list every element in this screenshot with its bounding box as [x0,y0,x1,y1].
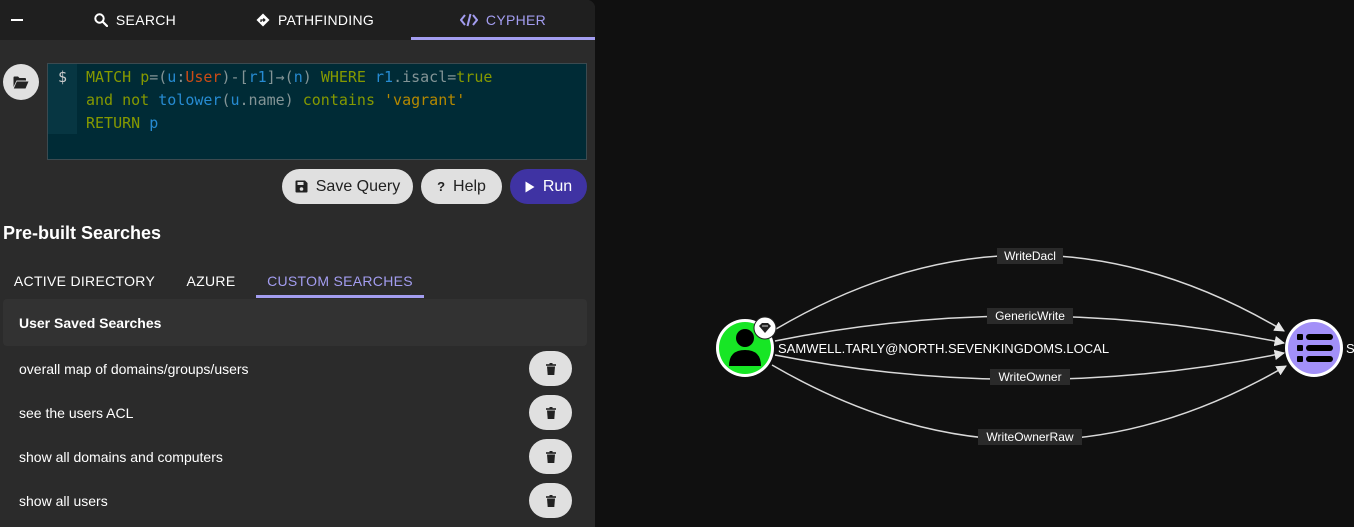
save-query-button[interactable]: Save Query [282,169,413,204]
svg-text:WriteOwnerRaw: WriteOwnerRaw [986,430,1073,444]
top-tab-bar: SEARCH PATHFINDING CYPHER [0,0,595,40]
delete-search-button[interactable] [529,395,572,430]
active-tab-indicator [411,37,595,40]
saved-search-item[interactable]: show all domains and computers [3,435,587,479]
trash-icon [545,494,556,507]
svg-text:WriteOwner: WriteOwner [998,370,1061,384]
trash-icon [545,406,556,419]
list-icon [1297,334,1333,362]
svg-text:GenericWrite: GenericWrite [995,309,1065,323]
help-label: Help [453,177,486,195]
save-query-label: Save Query [315,177,401,195]
tab-active-directory[interactable]: ACTIVE DIRECTORY [3,264,166,298]
cypher-query-text: MATCH p=(u:User)-[r1]→(n) WHERE r1.isacl… [86,68,493,132]
tab-cypher[interactable]: CYPHER [411,0,595,40]
run-button[interactable]: Run [510,169,587,204]
tab-cypher-label: CYPHER [485,12,547,28]
saved-searches-header: User Saved Searches [3,299,587,346]
code-icon [459,13,478,27]
tab-pathfinding[interactable]: PATHFINDING [230,0,400,40]
minus-icon [11,19,23,21]
tab-search-label: SEARCH [115,12,177,28]
cypher-query-editor[interactable]: $ MATCH p=(u:User)-[r1]→(n) WHERE r1.isa… [47,63,587,160]
folder-open-icon [13,76,29,88]
search-icon [94,13,108,27]
search-panel: SEARCH PATHFINDING CYPHER $ MATCH p=(u:U… [0,0,595,527]
user-node-label: SAMWELL.TARLY@NORTH.SEVENKINGDOMS.LOCAL [778,341,1109,356]
saved-search-label: see the users ACL [19,405,134,421]
tab-pathfinding-label: PATHFINDING [277,12,375,28]
run-label: Run [542,177,573,195]
save-icon [295,180,308,193]
delete-search-button[interactable] [529,439,572,474]
saved-search-item[interactable]: see the users ACL [3,391,587,435]
delete-search-button[interactable] [529,351,572,386]
tab-azure[interactable]: AZURE [172,264,250,298]
delete-search-button[interactable] [529,483,572,518]
edge-label-genericwrite: GenericWrite [987,308,1073,324]
saved-search-item[interactable]: show all users [3,479,587,523]
help-button[interactable]: ? Help [421,169,502,204]
saved-search-item[interactable]: overall map of domains/groups/users [3,347,587,391]
edge-label-writeownerraw: WriteOwnerRaw [978,429,1082,445]
open-folder-button[interactable] [3,64,39,100]
saved-search-label: overall map of domains/groups/users [19,361,249,377]
saved-search-label: show all users [19,493,108,509]
collapse-panel-button[interactable] [0,0,34,40]
saved-search-label: show all domains and computers [19,449,223,465]
owned-badge-icon [753,316,777,340]
svg-text:WriteDacl: WriteDacl [1004,249,1056,263]
editor-gutter: $ [48,64,77,134]
prebuilt-searches-title: Pre-built Searches [3,223,162,243]
active-subtab-indicator [256,295,424,298]
user-node[interactable] [716,316,777,377]
saved-searches-header-label: User Saved Searches [19,315,162,331]
trash-icon [545,450,556,463]
edge-label-writeowner: WriteOwner [990,369,1070,385]
trash-icon [545,362,556,375]
tab-search[interactable]: SEARCH [50,0,220,40]
edge-label-writedacl: WriteDacl [997,248,1063,264]
target-node[interactable] [1285,319,1343,377]
help-icon: ? [437,179,446,194]
play-icon [525,181,535,192]
prompt-symbol: $ [57,68,68,86]
target-node-label: S [1346,341,1354,356]
pathfinding-icon [256,13,270,27]
tab-custom-searches[interactable]: CUSTOM SEARCHES [256,264,424,298]
